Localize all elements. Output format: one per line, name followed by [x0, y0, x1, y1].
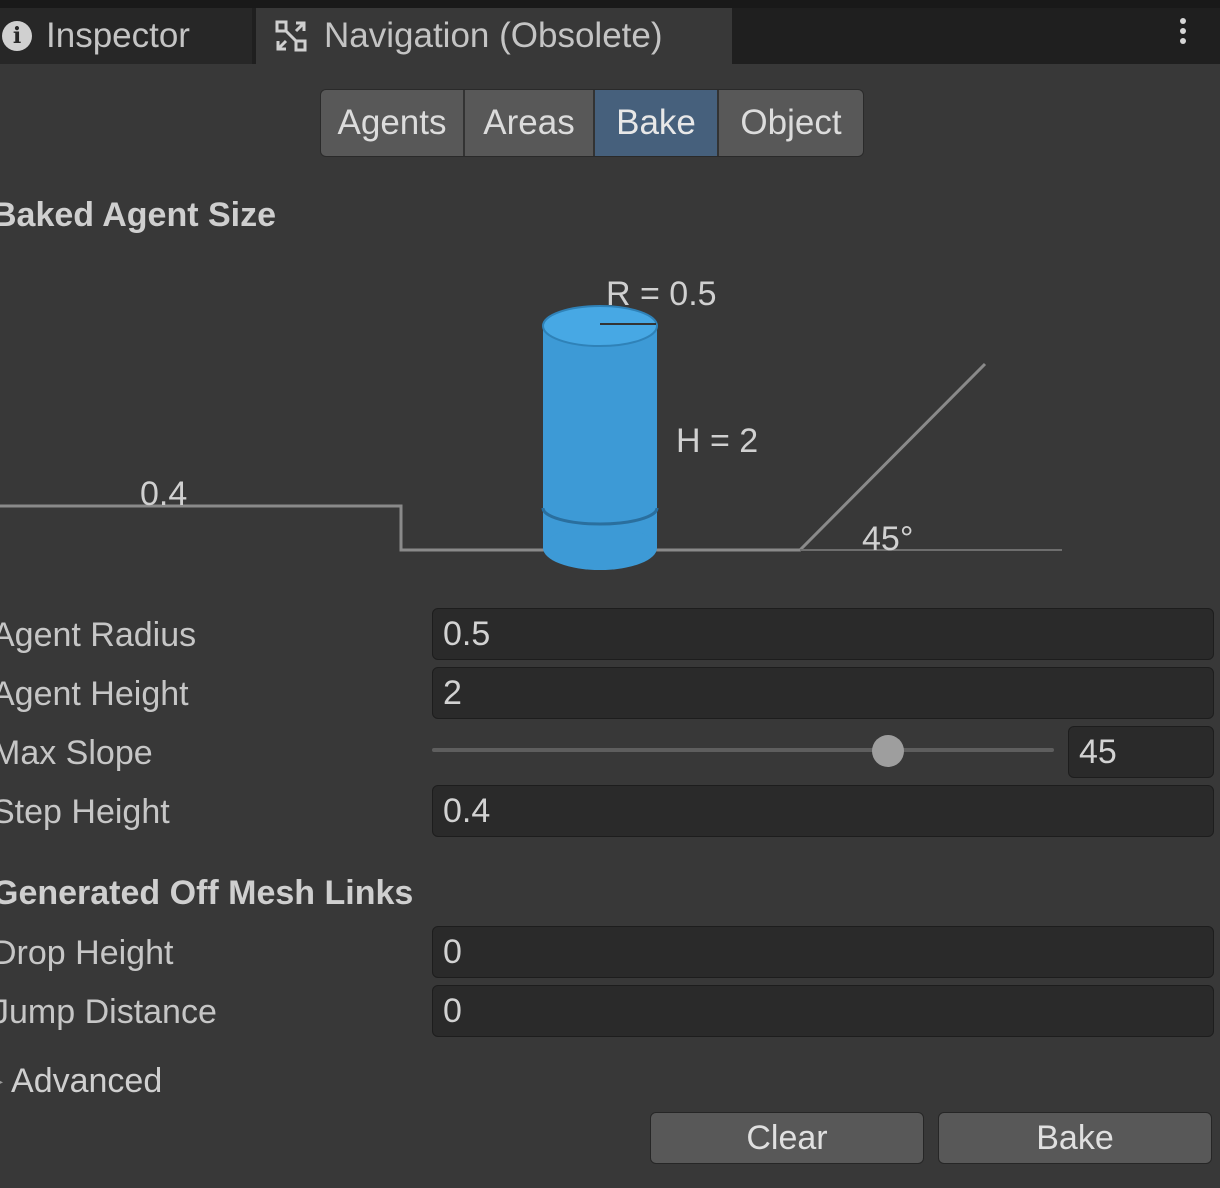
agent-size-diagram: R = 0.5 H = 2 0.4 45° — [0, 275, 1062, 570]
agent-radius-field[interactable]: 0.5 — [432, 608, 1214, 660]
tab-bake[interactable]: Bake — [595, 90, 719, 156]
agent-radius-label: Agent Radius — [0, 616, 197, 654]
jump-distance-label: Jump Distance — [0, 993, 217, 1031]
baked-agent-size-heading: Baked Agent Size — [0, 196, 277, 234]
max-slope-slider-thumb[interactable] — [871, 735, 904, 767]
tab-object[interactable]: Object — [719, 90, 863, 156]
tab-navigation[interactable]: Navigation (Obsolete) — [256, 8, 732, 64]
cylinder-body — [543, 326, 657, 548]
tab-navigation-label: Navigation (Obsolete) — [324, 16, 663, 55]
step-height-field[interactable]: 0.4 — [432, 785, 1214, 837]
navigation-mode-tabs: Agents Areas Bake Object — [320, 89, 864, 157]
foldout-arrow-icon: ▸ — [0, 1073, 3, 1090]
max-slope-slider-track[interactable] — [432, 748, 1054, 752]
slope-label: 45° — [862, 520, 913, 558]
window-tab-bar: i Inspector Navigation (Obsolete) — [0, 0, 1220, 64]
tab-agents[interactable]: Agents — [321, 90, 465, 156]
agent-cylinder — [541, 305, 659, 570]
more-options-icon[interactable] — [1168, 14, 1198, 54]
advanced-label: Advanced — [11, 1062, 163, 1100]
drop-height-label: Drop Height — [0, 934, 174, 972]
height-label: H = 2 — [676, 422, 758, 460]
jump-distance-field[interactable]: 0 — [432, 985, 1214, 1037]
tab-bar-top-edge — [0, 0, 1220, 8]
drop-height-field[interactable]: 0 — [432, 926, 1214, 978]
tab-inspector-label: Inspector — [46, 16, 190, 55]
off-mesh-links-heading: Generated Off Mesh Links — [0, 874, 414, 912]
tab-areas[interactable]: Areas — [465, 90, 595, 156]
info-icon: i — [2, 21, 32, 51]
step-height-label: Step Height — [0, 793, 170, 831]
diagram-ground-line — [0, 362, 987, 552]
clear-button[interactable]: Clear — [650, 1112, 924, 1164]
cylinder-bottom — [543, 526, 657, 570]
step-height-label: 0.4 — [140, 475, 187, 513]
max-slope-label: Max Slope — [0, 734, 153, 772]
agent-height-label: Agent Height — [0, 675, 189, 713]
max-slope-field[interactable]: 45 — [1068, 726, 1214, 778]
bake-button[interactable]: Bake — [938, 1112, 1212, 1164]
tab-inspector[interactable]: i Inspector — [0, 8, 252, 64]
agent-height-field[interactable]: 2 — [432, 667, 1214, 719]
navigation-icon — [274, 19, 308, 53]
advanced-foldout[interactable]: ▸ Advanced — [0, 1062, 162, 1101]
radius-label: R = 0.5 — [606, 275, 717, 313]
